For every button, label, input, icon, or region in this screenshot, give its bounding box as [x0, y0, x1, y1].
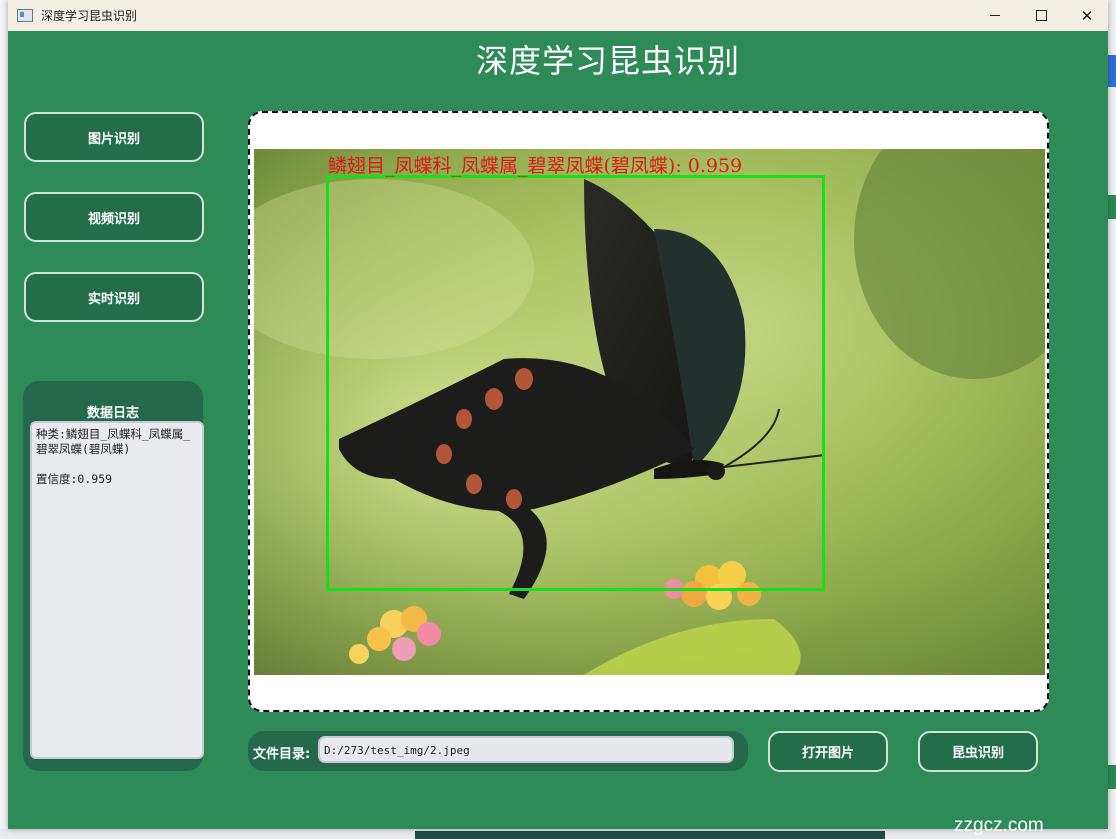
- close-button[interactable]: ✕: [1064, 0, 1110, 31]
- background-desktop-left: [0, 0, 8, 839]
- open-image-button[interactable]: 打开图片: [768, 731, 888, 772]
- detection-box: [326, 175, 825, 591]
- data-log-title: 数据日志: [86, 406, 139, 421]
- image-recognition-button[interactable]: 图片识别: [24, 112, 204, 162]
- video-recognition-button[interactable]: 视频识别: [24, 192, 204, 242]
- page-title: 深度学习昆虫识别: [475, 42, 740, 80]
- minimize-button[interactable]: [972, 0, 1018, 31]
- result-image: 鳞翅目_凤蝶科_凤蝶属_碧翠凤蝶(碧凤蝶): 0.959: [254, 149, 1045, 675]
- close-icon: ✕: [1080, 6, 1094, 25]
- background-desktop-right: [1108, 0, 1116, 839]
- file-path-input[interactable]: D:/273/test_img/2.jpeg: [318, 736, 734, 763]
- app-window: 深度学习昆虫识别 ✕ 深度学习昆虫识别 图片识别 视频识别 实时识别 数据日志 …: [8, 0, 1108, 836]
- title-bar: 深度学习昆虫识别 ✕: [8, 0, 1108, 31]
- image-display-frame: 鳞翅目_凤蝶科_凤蝶属_碧翠凤蝶(碧凤蝶): 0.959: [248, 111, 1049, 712]
- maximize-icon: [1035, 10, 1047, 21]
- data-log-panel: 数据日志 种类:鳞翅目_凤蝶科_凤蝶属_碧翠凤蝶(碧凤蝶) 置信度:0.959: [23, 381, 204, 771]
- realtime-recognition-button[interactable]: 实时识别: [24, 272, 204, 322]
- insect-detect-button[interactable]: 昆虫识别: [918, 731, 1038, 772]
- background-taskbar: [0, 829, 1116, 839]
- minimize-icon: [990, 15, 1000, 16]
- app-icon: [17, 9, 33, 22]
- data-log-textarea[interactable]: 种类:鳞翅目_凤蝶科_凤蝶属_碧翠凤蝶(碧凤蝶) 置信度:0.959: [30, 421, 204, 759]
- window-title: 深度学习昆虫识别: [41, 9, 138, 23]
- maximize-button[interactable]: [1018, 0, 1064, 31]
- watermark: zzgcz.com: [954, 815, 1044, 836]
- file-path-label: 文件目录:: [253, 747, 311, 762]
- detection-label: 鳞翅目_凤蝶科_凤蝶属_碧翠凤蝶(碧凤蝶): 0.959: [328, 155, 743, 177]
- file-path-bar: 文件目录: D:/273/test_img/2.jpeg: [248, 731, 748, 771]
